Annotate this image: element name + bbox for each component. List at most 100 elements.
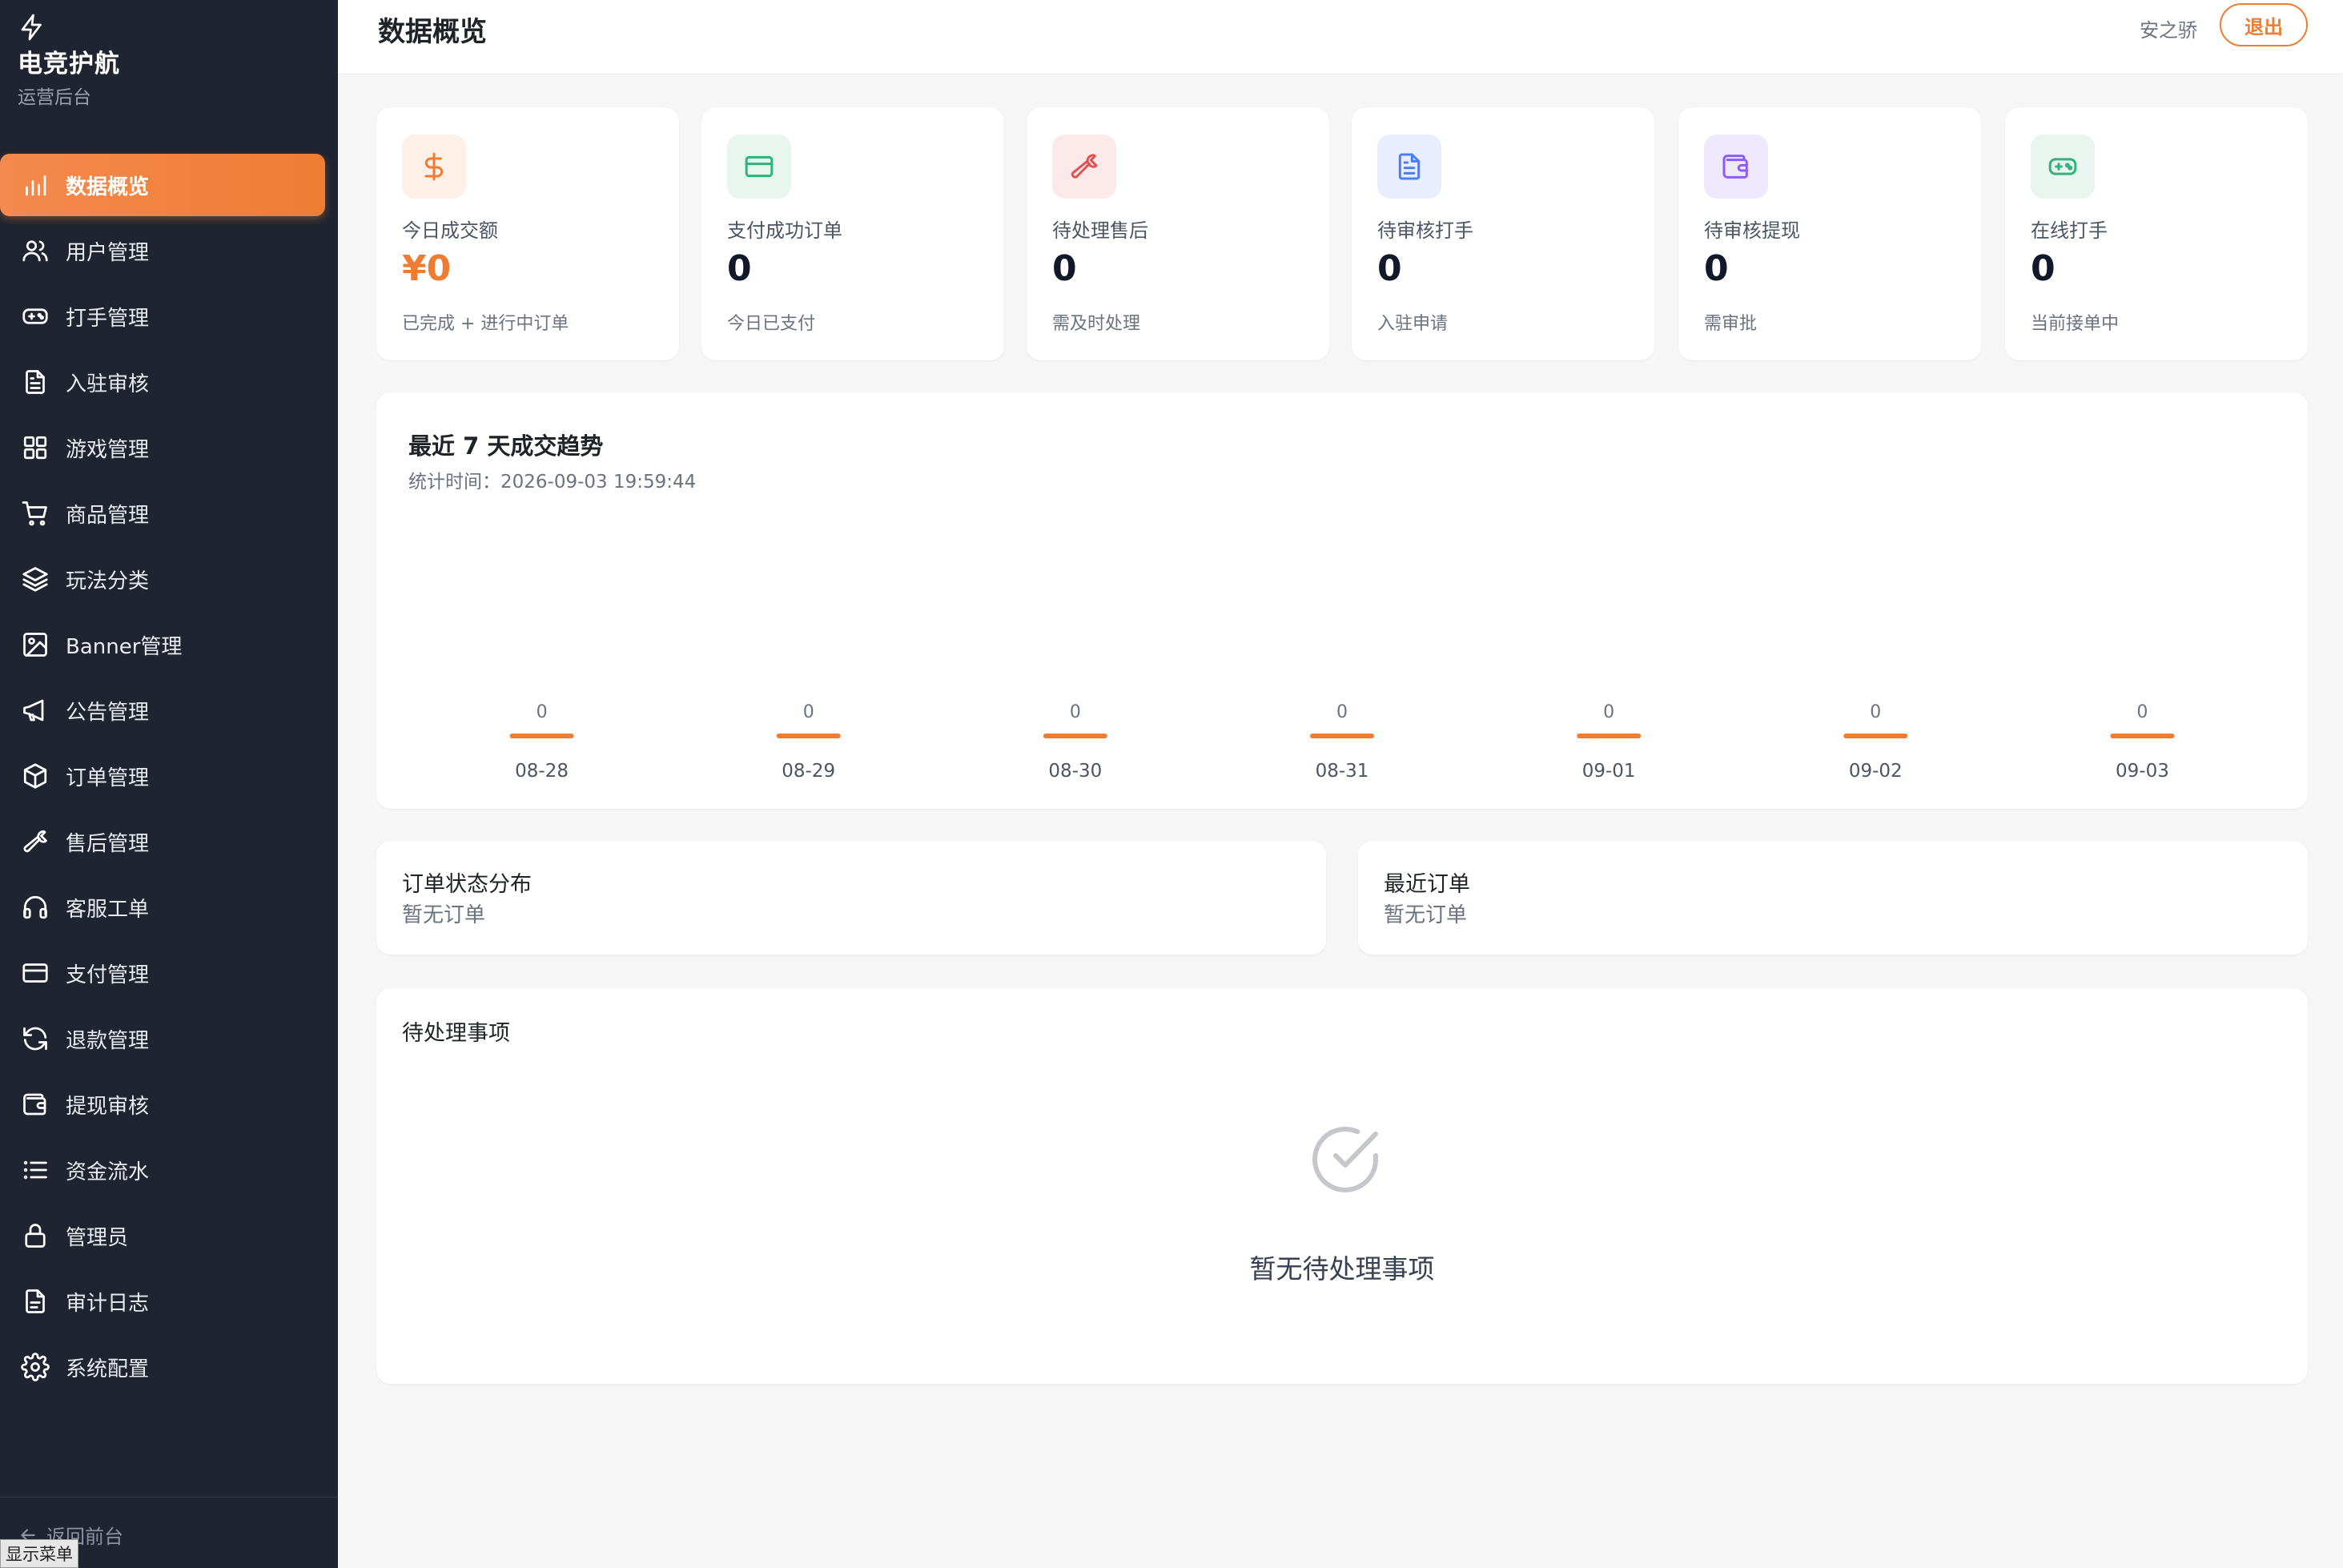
stat-label: 今日成交额 xyxy=(402,219,498,242)
chart-bar xyxy=(776,734,841,738)
stat-card: 今日成交额 ¥0 已完成 + 进行中订单 xyxy=(376,107,679,360)
lock-icon xyxy=(21,1221,50,1250)
sidebar-item-label: 客服工单 xyxy=(66,897,150,922)
pending-title: 待处理事项 xyxy=(402,1021,510,1046)
sidebar-item[interactable]: Banner管理 xyxy=(0,613,325,676)
sidebar-item[interactable]: 系统配置 xyxy=(0,1336,325,1398)
sidebar-item[interactable]: 资金流水 xyxy=(0,1139,325,1201)
check-circle-icon xyxy=(1312,1126,1378,1192)
sidebar-item[interactable]: 售后管理 xyxy=(0,810,325,873)
wallet-icon xyxy=(1704,135,1768,199)
chart-bar xyxy=(509,734,574,738)
sidebar-item[interactable]: 支付管理 xyxy=(0,942,325,1004)
order-status-empty: 暂无订单 xyxy=(402,903,486,927)
sidebar-item-label: 系统配置 xyxy=(66,1357,150,1381)
stat-label: 支付成功订单 xyxy=(727,219,842,242)
file-text-icon xyxy=(21,1287,50,1316)
sidebar-item[interactable]: 游戏管理 xyxy=(0,416,325,479)
sidebar-item-label: 支付管理 xyxy=(66,963,150,987)
sidebar-item[interactable]: 打手管理 xyxy=(0,285,325,348)
recent-orders-card: 最近订单 暂无订单 xyxy=(1358,841,2308,955)
sidebar-item-label: 玩法分类 xyxy=(66,569,150,593)
show-menu-button[interactable]: 显示菜单 xyxy=(0,1539,78,1568)
wrench-icon xyxy=(1052,135,1116,199)
lightning-icon xyxy=(21,14,42,41)
sidebar-item-label: 资金流水 xyxy=(66,1160,150,1184)
users-icon xyxy=(21,236,50,265)
credit-card-icon xyxy=(727,135,791,199)
stat-subtext: 今日已支付 xyxy=(727,314,816,334)
sidebar-nav: 数据概览用户管理打手管理入驻审核游戏管理商品管理玩法分类 Banner管理公告管理… xyxy=(0,154,338,1401)
sidebar-item-label: 用户管理 xyxy=(66,240,150,265)
trend-chart-card: 最近 7 天成交趋势 统计时间：2026-09-03 19:59:44 0 08-… xyxy=(376,392,2308,809)
image-icon xyxy=(21,630,50,659)
chart-value-label: 0 xyxy=(537,702,548,722)
chart-bar xyxy=(1043,734,1107,738)
stat-value: 0 xyxy=(1377,248,1402,289)
document-icon xyxy=(21,368,50,396)
grid-icon xyxy=(21,433,50,462)
stat-value: 0 xyxy=(1704,248,1729,289)
cart-icon xyxy=(21,499,50,528)
chart-tick-label: 09-03 xyxy=(2116,761,2169,782)
sidebar: 电竞护航 运营后台 数据概览用户管理打手管理入驻审核游戏管理商品管理玩法分类 Ba… xyxy=(0,0,338,1568)
sidebar-divider xyxy=(0,1497,338,1498)
sidebar-item-label: 商品管理 xyxy=(66,503,150,528)
sidebar-item[interactable]: 提现审核 xyxy=(0,1073,325,1136)
chart-tick-label: 08-29 xyxy=(782,761,835,782)
page-title: 数据概览 xyxy=(378,16,487,48)
sidebar-item[interactable]: 商品管理 xyxy=(0,482,325,545)
stat-card: 支付成功订单 0 今日已支付 xyxy=(701,107,1004,360)
credit-card-icon xyxy=(21,959,50,987)
refresh-icon xyxy=(21,1024,50,1053)
document-icon xyxy=(1377,135,1441,199)
stat-subtext: 当前接单中 xyxy=(2031,314,2120,334)
app-title: 电竞护航 xyxy=(18,50,120,78)
sidebar-item-label: 审计日志 xyxy=(66,1291,150,1316)
app-subtitle: 运营后台 xyxy=(18,87,91,108)
stat-value: 0 xyxy=(727,248,752,289)
list-icon xyxy=(21,1156,50,1184)
sidebar-item[interactable]: 订单管理 xyxy=(0,745,325,807)
stat-card: 待处理售后 0 需及时处理 xyxy=(1027,107,1329,360)
sidebar-item[interactable]: 玩法分类 xyxy=(0,548,325,610)
stat-subtext: 已完成 + 进行中订单 xyxy=(402,314,569,334)
chart-bar xyxy=(1310,734,1374,738)
chart-tick-label: 09-01 xyxy=(1582,761,1636,782)
gamepad-icon xyxy=(21,302,50,331)
sidebar-item[interactable]: 数据概览 xyxy=(0,154,325,216)
sidebar-item-label: 打手管理 xyxy=(66,306,150,331)
sidebar-item-label: 数据概览 xyxy=(66,175,150,199)
stat-card: 在线打手 0 当前接单中 xyxy=(2005,107,2308,360)
dollar-icon xyxy=(402,135,466,199)
pending-empty-text: 暂无待处理事项 xyxy=(1249,1253,1435,1285)
stat-value: ¥0 xyxy=(402,248,452,289)
sidebar-item-label: 退款管理 xyxy=(66,1028,150,1053)
sidebar-item-label: 入驻审核 xyxy=(66,372,150,396)
chart-tick-label: 08-30 xyxy=(1048,761,1102,782)
chart-value-label: 0 xyxy=(2136,702,2148,722)
stat-label: 在线打手 xyxy=(2031,219,2108,242)
sidebar-item[interactable]: 审计日志 xyxy=(0,1270,325,1333)
sidebar-item[interactable]: 客服工单 xyxy=(0,876,325,939)
recent-orders-title: 最近订单 xyxy=(1384,872,1470,897)
sidebar-item-label: Banner管理 xyxy=(66,634,183,659)
sidebar-item[interactable]: 退款管理 xyxy=(0,1007,325,1070)
top-header: 数据概览 安之骄 退出 xyxy=(338,0,2343,74)
sidebar-item[interactable]: 入驻审核 xyxy=(0,351,325,413)
sidebar-item[interactable]: 公告管理 xyxy=(0,679,325,742)
chart-bar xyxy=(2110,734,2175,738)
stat-label: 待审核打手 xyxy=(1377,219,1473,242)
chart-value-label: 0 xyxy=(803,702,814,722)
logout-button[interactable]: 退出 xyxy=(2220,3,2308,46)
chart-value-label: 0 xyxy=(1603,702,1614,722)
stat-subtext: 需审批 xyxy=(1704,314,1758,334)
stat-value: 0 xyxy=(2031,248,2056,289)
sidebar-item[interactable]: 管理员 xyxy=(0,1204,325,1267)
sidebar-item[interactable]: 用户管理 xyxy=(0,219,325,282)
chart-value-label: 0 xyxy=(1336,702,1348,722)
sidebar-item-label: 游戏管理 xyxy=(66,437,150,462)
stat-subtext: 入驻申请 xyxy=(1377,314,1449,334)
order-status-title: 订单状态分布 xyxy=(402,872,532,897)
chart-value-label: 0 xyxy=(1870,702,1881,722)
